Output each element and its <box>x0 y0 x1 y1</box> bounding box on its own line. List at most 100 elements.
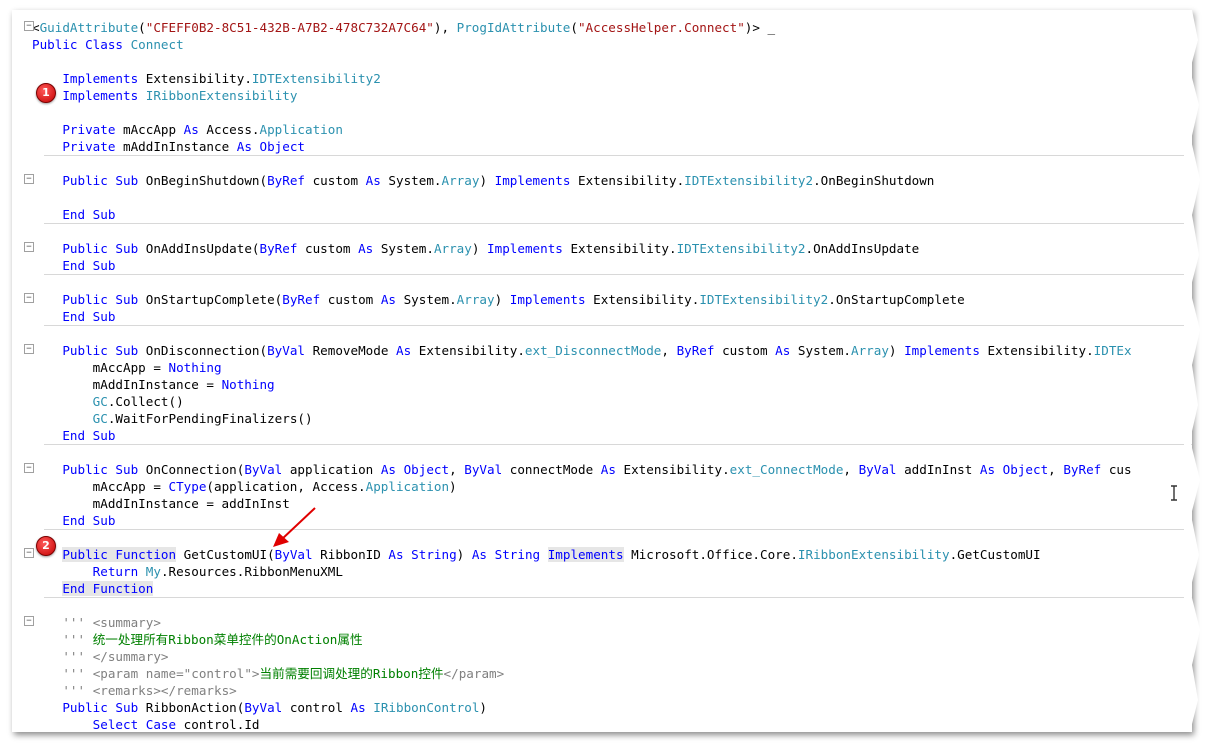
code-line[interactable]: ''' 统一处理所有Ribbon菜单控件的OnAction属性 <box>32 631 1192 648</box>
code-line[interactable]: Select Case control.Id <box>32 716 1192 732</box>
code-token: Implements <box>62 88 139 103</box>
code-line[interactable]: Implements Extensibility.IDTExtensibilit… <box>32 70 1192 87</box>
code-line[interactable]: mAddInInstance = addInInst <box>32 495 1192 512</box>
code-token: System. <box>396 292 457 307</box>
code-line[interactable] <box>32 325 1192 342</box>
code-token: ) <box>449 479 457 494</box>
code-line[interactable]: End Sub <box>32 206 1192 223</box>
code-line[interactable] <box>32 597 1192 614</box>
code-token: custom <box>320 292 381 307</box>
code-line[interactable]: mAccApp = Nothing <box>32 359 1192 376</box>
code-area[interactable]: − <GuidAttribute("CFEFF0B2-8C51-432B-A7B2… <box>24 19 1192 732</box>
code-line[interactable] <box>32 274 1192 291</box>
code-line[interactable] <box>32 529 1192 546</box>
code-line[interactable]: − Public Sub OnBeginShutdown(ByRef custo… <box>24 172 1192 189</box>
code-line[interactable] <box>32 223 1192 240</box>
code-line[interactable]: Public Sub RibbonAction(ByVal control As… <box>32 699 1192 716</box>
code-token: CType <box>168 479 207 494</box>
code-token: GC <box>92 411 108 426</box>
code-token: mAccApp = <box>32 360 169 375</box>
code-token: Public Sub <box>62 173 139 188</box>
code-token: Implements <box>487 241 563 256</box>
code-line[interactable]: Private mAccApp As Access.Application <box>32 121 1192 138</box>
code-line[interactable]: GC.WaitForPendingFinalizers() <box>32 410 1192 427</box>
code-token: ''' <box>62 615 86 630</box>
code-line[interactable]: − Public Sub OnStartupComplete(ByRef cus… <box>24 291 1192 308</box>
code-line[interactable]: Implements IRibbonExtensibility <box>32 87 1192 104</box>
code-line[interactable] <box>32 104 1192 121</box>
code-token: System. <box>790 343 851 358</box>
code-token: End Sub <box>62 258 116 273</box>
code-token: control <box>282 700 351 715</box>
code-token: Array <box>456 292 495 307</box>
collapse-toggle-icon[interactable]: − <box>24 293 34 303</box>
code-token: ) <box>471 241 488 256</box>
code-line[interactable] <box>32 444 1192 461</box>
code-token: <summary> <box>92 615 161 630</box>
code-token: Array <box>433 241 472 256</box>
code-line[interactable]: End Sub <box>32 512 1192 529</box>
code-token: </param> <box>443 666 505 681</box>
collapse-toggle-icon[interactable]: − <box>24 242 34 252</box>
code-token: ext_ConnectMode <box>729 462 844 477</box>
code-token: mAddInInstance = <box>32 377 222 392</box>
red-arrow-icon <box>273 507 316 547</box>
code-line[interactable]: ''' </summary> <box>32 648 1192 665</box>
code-token: Private <box>62 122 116 137</box>
code-line[interactable] <box>32 155 1192 172</box>
code-line[interactable]: End Sub <box>32 427 1192 444</box>
code-line[interactable]: − Public Function GetCustomUI(ByVal Ribb… <box>24 546 1192 563</box>
code-token: addInInst <box>896 462 980 477</box>
code-token: 当前需要回调处理的Ribbon控件 <box>259 666 444 681</box>
code-line[interactable]: Private mAddInInstance As Object <box>32 138 1192 155</box>
code-line[interactable] <box>32 53 1192 70</box>
code-line[interactable]: GC.Collect() <box>32 393 1192 410</box>
code-token: RemoveMode <box>305 343 396 358</box>
code-line[interactable]: End Function <box>32 580 1192 597</box>
code-token: IRibbonControl <box>373 700 480 715</box>
code-line[interactable]: mAccApp = CType(application, Access.Appl… <box>32 478 1192 495</box>
collapse-toggle-icon[interactable]: − <box>24 174 34 184</box>
code-line[interactable]: Public Class Connect <box>32 36 1192 53</box>
code-line[interactable]: ''' <remarks></remarks> <box>32 682 1192 699</box>
collapse-toggle-icon[interactable]: − <box>24 463 34 473</box>
code-token: As <box>396 343 412 358</box>
collapse-toggle-icon[interactable]: − <box>24 548 34 558</box>
code-line[interactable]: End Sub <box>32 308 1192 325</box>
code-line[interactable]: mAddInInstance = Nothing <box>32 376 1192 393</box>
code-line[interactable]: ''' <param name="control">当前需要回调处理的Ribbo… <box>32 665 1192 682</box>
code-token: Public Sub <box>62 343 139 358</box>
text-cursor-icon <box>1171 485 1177 501</box>
code-token: As <box>471 547 488 562</box>
code-token: ByRef <box>1063 462 1102 477</box>
collapse-toggle-icon[interactable]: − <box>24 616 34 626</box>
code-token: ext_DisconnectMode <box>524 343 662 358</box>
collapse-toggle-icon[interactable]: − <box>24 21 34 31</box>
code-line[interactable]: − Public Sub OnDisconnection(ByVal Remov… <box>24 342 1192 359</box>
code-line[interactable]: − <GuidAttribute("CFEFF0B2-8C51-432B-A7B2… <box>24 19 1192 36</box>
code-token: Access. <box>198 122 260 137</box>
code-line[interactable]: Return My.Resources.RibbonMenuXML <box>32 563 1192 580</box>
code-token: Implements <box>62 71 139 86</box>
code-line[interactable]: − Public Sub OnConnection(ByVal applicat… <box>24 461 1192 478</box>
code-token: End Sub <box>62 207 116 222</box>
collapse-toggle-icon[interactable]: − <box>24 344 34 354</box>
code-token: ByRef <box>259 241 298 256</box>
code-line[interactable]: − Public Sub OnAddInsUpdate(ByRef custom… <box>24 240 1192 257</box>
code-line[interactable]: − ''' <summary> <box>24 614 1192 631</box>
code-token: ByVal <box>267 343 305 358</box>
code-line[interactable] <box>32 189 1192 206</box>
code-token: IDTExtensibility2 <box>676 241 806 256</box>
code-line[interactable]: End Sub <box>32 257 1192 274</box>
code-token: Extensibility. <box>979 343 1094 358</box>
code-token: OnAddInsUpdate( <box>138 241 260 256</box>
